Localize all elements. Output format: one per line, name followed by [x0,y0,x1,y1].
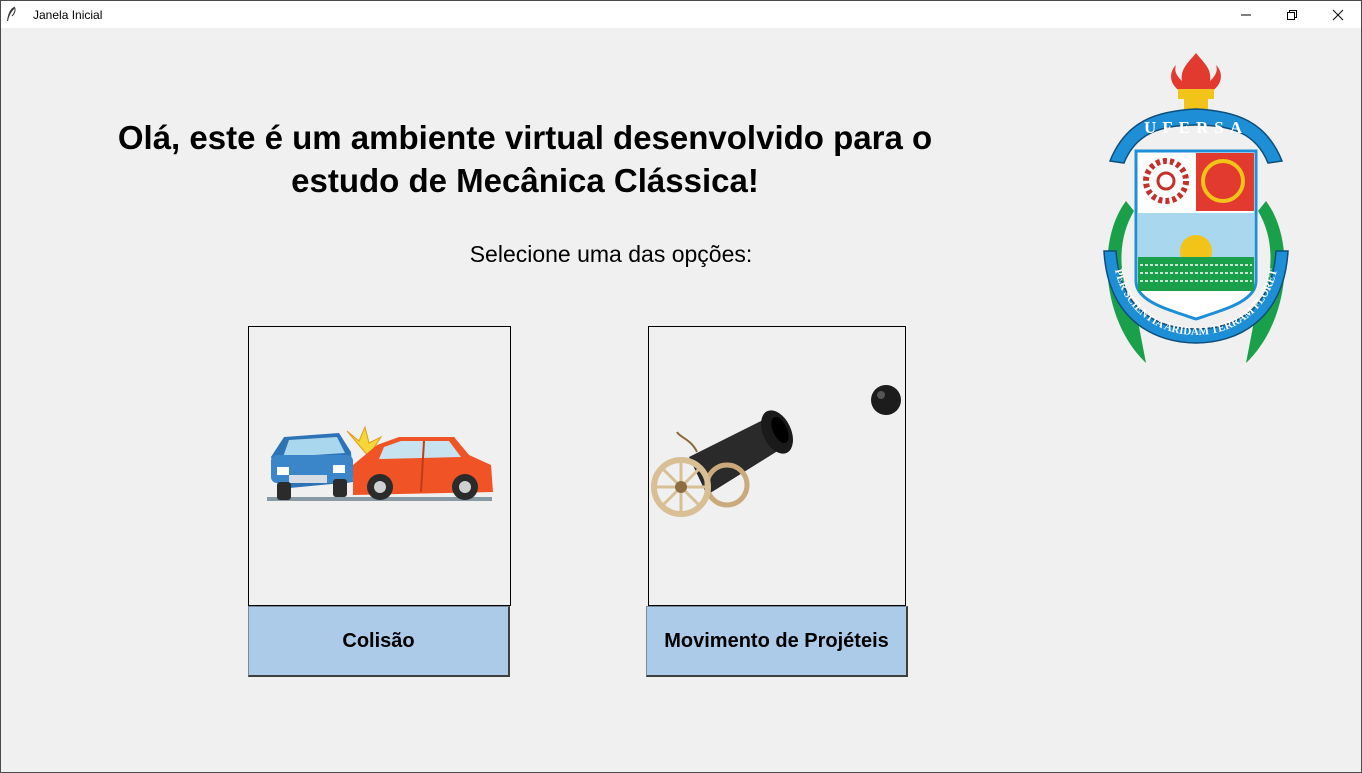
close-button[interactable] [1315,1,1361,28]
feather-icon [7,6,16,21]
projectile-image-frame [648,326,906,606]
minimize-icon [1241,14,1251,15]
car-collision-illustration [267,425,493,501]
close-icon [1332,9,1344,20]
title-bar[interactable]: Janela Inicial [1,1,1361,28]
window-title: Janela Inicial [33,8,103,22]
app-window: Janela Inicial Olá, este é um ambiente v… [0,0,1362,773]
minimize-button[interactable] [1223,1,1269,28]
ufersa-logo: UFERSA PER SCIENTIA ARIDAM TERRAM FLORET [1103,53,1289,363]
logo-top-text: UFERSA [1144,118,1248,137]
cannon-illustration [651,385,901,517]
page-heading: Olá, este é um ambiente virtual desenvol… [117,119,933,199]
restore-icon [1287,9,1297,20]
restore-button[interactable] [1269,1,1315,28]
collision-button[interactable]: Colisão [248,606,510,677]
select-option-prompt: Selecione uma das opções: [469,241,753,267]
collision-image-frame [248,326,511,606]
projectile-motion-button[interactable]: Movimento de Projéteis [646,606,908,677]
